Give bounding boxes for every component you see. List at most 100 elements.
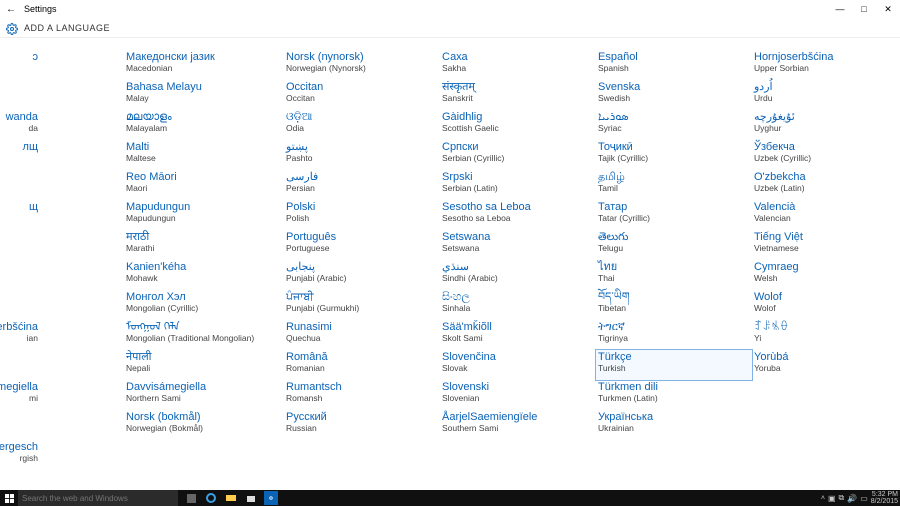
language-item[interactable] bbox=[0, 260, 44, 290]
language-item[interactable]: PortuguêsPortuguese bbox=[284, 230, 440, 260]
language-item[interactable] bbox=[0, 350, 44, 380]
language-item[interactable]: CymraegWelsh bbox=[752, 260, 900, 290]
maximize-button[interactable]: □ bbox=[852, 0, 876, 18]
language-item[interactable]: ꆈꌠꁱꂷYi bbox=[752, 320, 900, 350]
language-item[interactable]: پنجابیPunjabi (Arabic) bbox=[284, 260, 440, 290]
language-item[interactable]: СахаSakha bbox=[440, 50, 596, 80]
language-item[interactable]: MaltiMaltese bbox=[124, 140, 284, 170]
language-item[interactable]: OccitanOccitan bbox=[284, 80, 440, 110]
language-item[interactable]: मराठीMarathi bbox=[124, 230, 284, 260]
tray-notifications-icon[interactable]: ▭ bbox=[860, 494, 868, 503]
language-english-name: Tajik (Cyrillic) bbox=[598, 154, 746, 164]
language-item[interactable]: తెలుగుTelugu bbox=[596, 230, 752, 260]
language-item[interactable]: MapudungunMapudungun bbox=[124, 200, 284, 230]
language-item[interactable]: YorùbáYoruba bbox=[752, 350, 900, 380]
language-item[interactable]: СрпскиSerbian (Cyrillic) bbox=[440, 140, 596, 170]
task-view-icon[interactable] bbox=[184, 491, 198, 505]
language-item[interactable] bbox=[0, 80, 44, 110]
language-item[interactable]: RumantschRomansh bbox=[284, 380, 440, 410]
language-item[interactable]: щ bbox=[0, 200, 44, 230]
language-english-name: Mohawk bbox=[126, 274, 278, 284]
edge-icon[interactable] bbox=[204, 491, 218, 505]
language-item[interactable]: wandada bbox=[0, 110, 44, 140]
language-item[interactable]: བོད་ཡིགTibetan bbox=[596, 290, 752, 320]
language-item[interactable] bbox=[0, 290, 44, 320]
language-item[interactable]: ТоҷикӣTajik (Cyrillic) bbox=[596, 140, 752, 170]
settings-taskbar-icon[interactable] bbox=[264, 491, 278, 505]
language-item[interactable]: नेपालीNepali bbox=[124, 350, 284, 380]
language-item[interactable] bbox=[0, 410, 44, 440]
language-item[interactable]: ɔ bbox=[0, 50, 44, 80]
language-item[interactable]: Türkmen diliTurkmen (Latin) bbox=[596, 380, 752, 410]
language-item[interactable]: پښتوPashto bbox=[284, 140, 440, 170]
language-item[interactable]: SlovenčinaSlovak bbox=[440, 350, 596, 380]
tray-people-icon[interactable]: ▣ bbox=[828, 494, 836, 503]
language-item[interactable]: ትግርኛTigrinya bbox=[596, 320, 752, 350]
tray-volume-icon[interactable]: 🔊 bbox=[847, 494, 857, 503]
language-item[interactable]: SvenskaSwedish bbox=[596, 80, 752, 110]
language-item[interactable]: ТатарTatar (Cyrillic) bbox=[596, 200, 752, 230]
language-item[interactable] bbox=[0, 230, 44, 260]
language-item[interactable]: TürkçeTurkish bbox=[596, 350, 752, 380]
language-item[interactable]: Reo MāoriMaori bbox=[124, 170, 284, 200]
language-item[interactable]: தமிழ்Tamil bbox=[596, 170, 752, 200]
language-item[interactable]: Bahasa MelayuMalay bbox=[124, 80, 284, 110]
store-icon[interactable] bbox=[244, 491, 258, 505]
language-item[interactable]: Sámegiellami bbox=[0, 380, 44, 410]
language-item[interactable]: संस्कृतम्Sanskrit bbox=[440, 80, 596, 110]
language-item[interactable]: uergeschrgish bbox=[0, 440, 44, 470]
language-item[interactable]: EspañolSpanish bbox=[596, 50, 752, 80]
language-item[interactable]: ValenciàValencian bbox=[752, 200, 900, 230]
taskbar-search-input[interactable] bbox=[18, 490, 178, 506]
language-item[interactable]: ᠮᠣᠩᠭᠣᠯ ᠬᠡᠯᠡMongolian (Traditional Mongol… bbox=[124, 320, 284, 350]
language-item[interactable]: РусскийRussian bbox=[284, 410, 440, 440]
language-item[interactable]: اُردوUrdu bbox=[752, 80, 900, 110]
language-item[interactable]: ئۇيغۇرچەUyghur bbox=[752, 110, 900, 140]
language-item[interactable]: SetswanaSetswana bbox=[440, 230, 596, 260]
language-item[interactable]: Монгол ХэлMongolian (Cyrillic) bbox=[124, 290, 284, 320]
language-item[interactable]: Македонски јазикMacedonian bbox=[124, 50, 284, 80]
language-item[interactable]: SrpskiSerbian (Latin) bbox=[440, 170, 596, 200]
language-item[interactable]: Norsk (nynorsk)Norwegian (Nynorsk) bbox=[284, 50, 440, 80]
tray-overflow-icon[interactable]: ˄ bbox=[821, 495, 825, 502]
language-item[interactable]: HornjoserbšćinaUpper Sorbian bbox=[752, 50, 900, 80]
language-item[interactable]: O'zbekchaUzbek (Latin) bbox=[752, 170, 900, 200]
language-item[interactable]: лщ bbox=[0, 140, 44, 170]
tray-network-icon[interactable]: ⧉ bbox=[839, 493, 845, 503]
language-english-name: Tatar (Cyrillic) bbox=[598, 214, 746, 224]
minimize-button[interactable]: — bbox=[828, 0, 852, 18]
start-button[interactable] bbox=[0, 490, 18, 506]
language-item[interactable]: فارسىPersian bbox=[284, 170, 440, 200]
language-item[interactable]: Sää'mǩiõllSkolt Sami bbox=[440, 320, 596, 350]
language-item[interactable]: RunasimiQuechua bbox=[284, 320, 440, 350]
language-item[interactable]: PolskiPolish bbox=[284, 200, 440, 230]
back-button[interactable]: ← bbox=[0, 4, 22, 15]
language-item[interactable]: Tiếng ViệtVietnamese bbox=[752, 230, 900, 260]
language-item[interactable]: УкраїнськаUkrainian bbox=[596, 410, 752, 440]
language-item[interactable]: සිංහලSinhala bbox=[440, 290, 596, 320]
language-item[interactable]: Norsk (bokmål)Norwegian (Bokmål) bbox=[124, 410, 284, 440]
language-english-name: Persian bbox=[286, 184, 434, 194]
language-item[interactable]: ܣܘܪܝܝܐSyriac bbox=[596, 110, 752, 140]
language-item[interactable]: Kanien'kéhaMohawk bbox=[124, 260, 284, 290]
taskbar-clock[interactable]: 5:32 PM 8/2/2015 bbox=[871, 491, 898, 505]
language-item[interactable]: DavvisámegiellaNorthern Sami bbox=[124, 380, 284, 410]
language-item[interactable]: ЎзбекчаUzbek (Cyrillic) bbox=[752, 140, 900, 170]
file-explorer-icon[interactable] bbox=[224, 491, 238, 505]
language-item[interactable]: SlovenskiSlovenian bbox=[440, 380, 596, 410]
language-item[interactable]: RomânăRomanian bbox=[284, 350, 440, 380]
language-item[interactable]: ଓଡ଼ିଆOdia bbox=[284, 110, 440, 140]
language-item[interactable] bbox=[0, 170, 44, 200]
language-item[interactable]: erbšćinaian bbox=[0, 320, 44, 350]
language-native-name: ትግርኛ bbox=[598, 321, 746, 334]
language-item[interactable]: മലയാളംMalayalam bbox=[124, 110, 284, 140]
language-item[interactable]: WolofWolof bbox=[752, 290, 900, 320]
close-button[interactable]: ✕ bbox=[876, 0, 900, 18]
language-item[interactable]: Sesotho sa LeboaSesotho sa Leboa bbox=[440, 200, 596, 230]
language-item[interactable]: ਪੰਜਾਬੀPunjabi (Gurmukhi) bbox=[284, 290, 440, 320]
language-item[interactable]: ไทยThai bbox=[596, 260, 752, 290]
language-item[interactable]: GàidhligScottish Gaelic bbox=[440, 110, 596, 140]
language-item[interactable]: سنڌيSindhi (Arabic) bbox=[440, 260, 596, 290]
language-english-name: Southern Sami bbox=[442, 424, 590, 434]
language-item[interactable]: ÅarjelSaemiengïeleSouthern Sami bbox=[440, 410, 596, 440]
